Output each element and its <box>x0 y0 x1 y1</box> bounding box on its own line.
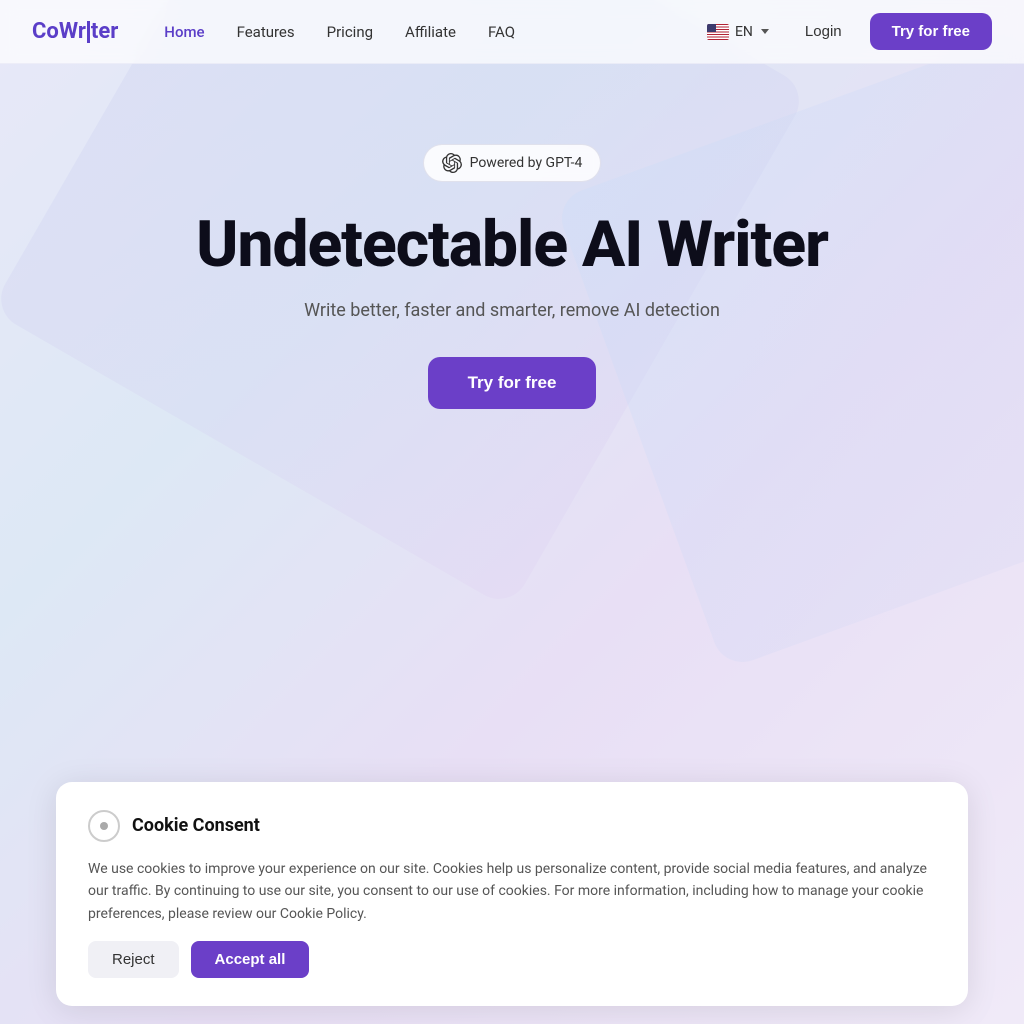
nav-links: Home Features Pricing Affiliate FAQ <box>150 17 529 47</box>
nav-link-faq[interactable]: FAQ <box>474 17 529 47</box>
cookie-icon <box>88 810 120 842</box>
flag-icon <box>707 24 729 40</box>
logo-cursor-icon <box>87 21 90 43</box>
login-button[interactable]: Login <box>793 17 854 46</box>
try-free-hero-button[interactable]: Try for free <box>428 357 597 409</box>
logo[interactable]: CoWr ter <box>32 19 118 44</box>
cookie-actions: Reject Accept all <box>88 941 936 978</box>
nav-left: CoWr ter Home Features Pricing Affiliate… <box>32 17 529 47</box>
powered-badge: Powered by GPT-4 <box>423 144 602 182</box>
cookie-title: Cookie Consent <box>132 815 260 836</box>
cookie-body-text: We use cookies to improve your experienc… <box>88 858 936 925</box>
nav-link-home[interactable]: Home <box>150 17 218 47</box>
nav-link-pricing[interactable]: Pricing <box>313 17 387 47</box>
logo-text-suffix: ter <box>91 19 118 44</box>
hero-section: Powered by GPT-4 Undetectable AI Writer … <box>0 64 1024 409</box>
cookie-header: Cookie Consent <box>88 810 936 842</box>
openai-icon <box>442 153 462 173</box>
hero-title: Undetectable AI Writer <box>196 210 828 280</box>
badge-text: Powered by GPT-4 <box>470 155 583 171</box>
language-selector[interactable]: EN <box>699 20 777 44</box>
chevron-down-icon <box>761 29 769 34</box>
reject-button[interactable]: Reject <box>88 941 179 978</box>
nav-link-affiliate[interactable]: Affiliate <box>391 17 470 47</box>
cookie-icon-dot <box>100 822 108 830</box>
nav-link-features[interactable]: Features <box>223 17 309 47</box>
logo-text-prefix: CoWr <box>32 19 86 44</box>
try-free-nav-button[interactable]: Try for free <box>870 13 992 50</box>
hero-subtitle: Write better, faster and smarter, remove… <box>304 300 720 321</box>
nav-right: EN Login Try for free <box>699 13 992 50</box>
accept-all-button[interactable]: Accept all <box>191 941 310 978</box>
navbar: CoWr ter Home Features Pricing Affiliate… <box>0 0 1024 64</box>
lang-label: EN <box>735 24 753 40</box>
cookie-consent-banner: Cookie Consent We use cookies to improve… <box>56 782 968 1006</box>
